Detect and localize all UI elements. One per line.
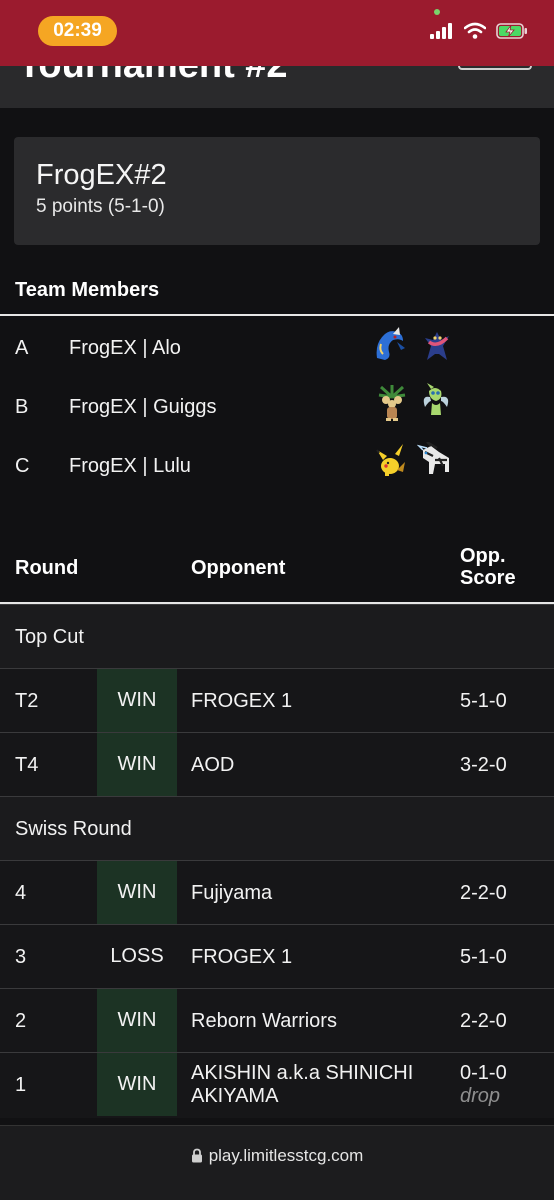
opponent-name[interactable]: AOD <box>191 754 441 777</box>
match-result: WIN <box>97 733 177 796</box>
opponent-score-cell: 0-1-0 drop <box>460 1062 507 1108</box>
round-number: T2 <box>15 690 39 712</box>
url-display[interactable]: play.limitlesstcg.com <box>0 1146 554 1166</box>
status-time: 02:39 <box>38 16 117 46</box>
wifi-icon <box>464 22 486 39</box>
member-slot: C <box>15 455 30 477</box>
menu-button[interactable] <box>458 66 532 70</box>
opponent-score: 5-1-0 <box>460 690 507 712</box>
pikachu-sprite-icon <box>376 444 405 476</box>
browser-url-bar[interactable]: play.limitlesstcg.com <box>0 1125 554 1200</box>
table-row[interactable]: 3 LOSS FROGEX 1 5-1-0 <box>0 924 554 988</box>
match-result: WIN <box>97 989 177 1052</box>
opponent-name[interactable]: AKISHIN a.k.a SHINICHI AKIYAMA <box>191 1062 441 1108</box>
opponent-name[interactable]: Reborn Warriors <box>191 1010 441 1033</box>
member-sprites <box>373 383 455 423</box>
greninja-sprite-icon <box>425 332 449 360</box>
member-slot: A <box>15 337 29 359</box>
drop-note: drop <box>460 1085 501 1107</box>
member-row[interactable]: C FrogEX | Lulu <box>0 436 554 494</box>
opponent-name[interactable]: FROGEX 1 <box>191 946 441 969</box>
opponent-name[interactable]: Fujiyama <box>191 882 441 905</box>
status-bar: 02:39 <box>0 0 554 66</box>
table-row[interactable]: T2 WIN FROGEX 1 5-1-0 <box>0 668 554 732</box>
status-icons <box>430 22 528 39</box>
round-number: 3 <box>15 946 27 968</box>
team-points: 5 points (5-1-0) <box>36 196 165 217</box>
round-number: 1 <box>15 1074 27 1096</box>
group-label: Swiss Round <box>15 818 132 840</box>
column-header-opp-score[interactable]: Opp. Score <box>460 545 516 589</box>
cellular-signal-icon <box>430 22 452 39</box>
match-result: WIN <box>97 669 177 732</box>
round-number: 4 <box>15 882 27 904</box>
member-sprites <box>373 324 455 364</box>
group-label: Top Cut <box>15 626 84 648</box>
divider <box>0 314 554 316</box>
member-slot: B <box>15 396 29 418</box>
table-row[interactable]: 4 WIN Fujiyama 2-2-0 <box>0 860 554 924</box>
zebstrika-sprite-icon <box>417 442 449 474</box>
battery-charging-icon <box>496 22 527 39</box>
page-header: Tournament #2 <box>0 66 554 108</box>
group-row-top-cut: Top Cut <box>0 604 554 668</box>
column-header-opp-score-line1: Opp. <box>460 545 506 567</box>
column-header-round[interactable]: Round <box>15 557 78 579</box>
url-text: play.limitlesstcg.com <box>208 1146 364 1165</box>
match-result: WIN <box>97 861 177 924</box>
round-number: 2 <box>15 1010 27 1032</box>
opponent-name[interactable]: FROGEX 1 <box>191 690 441 713</box>
match-result: WIN <box>97 1053 177 1116</box>
group-row-swiss: Swiss Round <box>0 796 554 860</box>
exeggutor-sprite-icon <box>378 385 406 421</box>
member-name[interactable]: FrogEX | Lulu <box>69 455 191 478</box>
opponent-score: 0-1-0 <box>460 1062 507 1084</box>
column-header-opponent[interactable]: Opponent <box>191 557 285 579</box>
member-row[interactable]: B FrogEX | Guiggs <box>0 377 554 435</box>
table-row[interactable]: T4 WIN AOD 3-2-0 <box>0 732 554 796</box>
member-name[interactable]: FrogEX | Alo <box>69 337 181 360</box>
opponent-score: 3-2-0 <box>460 754 507 776</box>
table-row[interactable]: 1 WIN AKISHIN a.k.a SHINICHI AKIYAMA 0-1… <box>0 1052 554 1118</box>
member-row[interactable]: A FrogEX | Alo <box>0 318 554 376</box>
opponent-score: 5-1-0 <box>460 946 507 968</box>
member-name[interactable]: FrogEX | Guiggs <box>69 396 216 419</box>
round-number: T4 <box>15 754 39 776</box>
celebi-sprite-icon <box>423 383 449 415</box>
opponent-score: 2-2-0 <box>460 1010 507 1032</box>
match-result: LOSS <box>110 945 164 967</box>
camera-indicator-icon <box>434 9 440 15</box>
lock-icon <box>191 1148 202 1163</box>
team-members-heading: Team Members <box>15 279 160 301</box>
opponent-score: 2-2-0 <box>460 882 507 904</box>
table-row[interactable]: 2 WIN Reborn Warriors 2-2-0 <box>0 988 554 1052</box>
page-title: Tournament #2 <box>18 66 288 87</box>
gyarados-sprite-icon <box>376 327 405 360</box>
team-card: FrogEX#2 5 points (5-1-0) <box>14 137 540 245</box>
member-sprites <box>373 442 455 482</box>
column-header-opp-score-line2: Score <box>460 567 516 589</box>
team-name: FrogEX#2 <box>36 159 167 191</box>
